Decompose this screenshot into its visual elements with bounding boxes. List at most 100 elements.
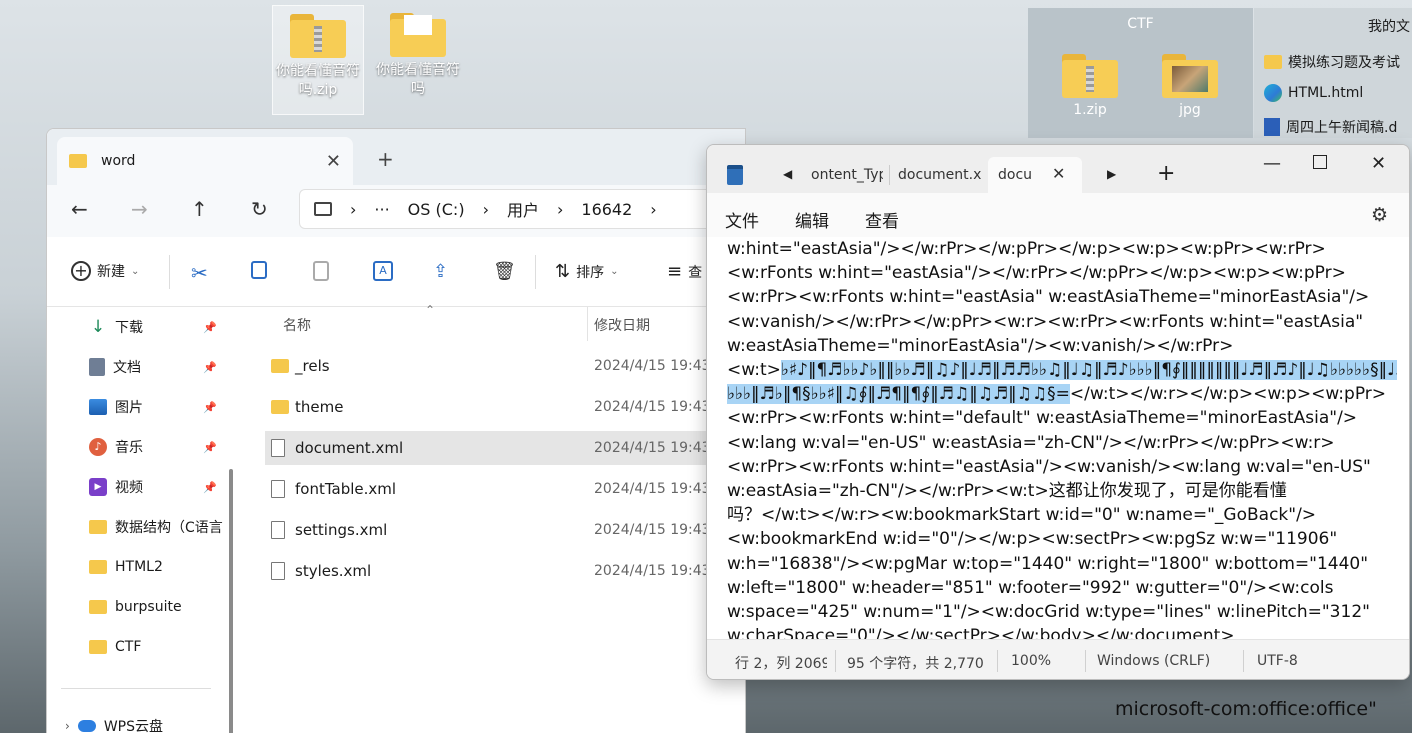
desktop-icon-folder[interactable]: 你能看懂音符吗	[372, 5, 464, 115]
zoom-level[interactable]: 100%	[1011, 653, 1051, 669]
edge-icon	[1264, 84, 1282, 102]
chevron-right-icon: ›	[65, 719, 70, 733]
status-bar: 行 2，列 2069 95 个字符，共 2,770 100% Windows (…	[707, 639, 1409, 679]
address-bar[interactable]: › ··· OS (C:) › 用户 › 16642 ›	[299, 189, 745, 229]
sidebar-item-music[interactable]: ♪ 音乐 📌	[89, 432, 259, 462]
scroll-tabs-right-icon[interactable]: ▶	[1107, 167, 1116, 181]
text-editor[interactable]: w:hint="eastAsia"/></w:rPr></w:pPr></w:p…	[707, 237, 1409, 639]
sort-arrow-icon: ⌃	[425, 303, 436, 317]
file-date: 2024/4/15 19:43	[594, 358, 711, 374]
breadcrumb-item[interactable]: OS (C:)	[408, 200, 465, 219]
sidebar-item-folder[interactable]: CTF	[89, 632, 259, 662]
forward-icon[interactable]: →	[131, 197, 148, 221]
file-name: fontTable.xml	[295, 480, 397, 498]
computer-icon	[314, 202, 332, 216]
new-tab-icon[interactable]: +	[1157, 161, 1175, 186]
gear-icon[interactable]: ⚙	[1371, 204, 1388, 226]
sidebar-item-videos[interactable]: ▶ 视频 📌	[89, 472, 259, 502]
panel-item[interactable]: 模拟练习题及考试	[1264, 52, 1400, 72]
ctf-item-zip[interactable]: 1.zip	[1050, 54, 1130, 118]
file-row[interactable]: theme 2024/4/15 19:43	[265, 390, 745, 424]
notepad-tab-active[interactable]: docu ✕	[988, 157, 1082, 193]
sidebar-item-pictures[interactable]: 图片 📌	[89, 392, 259, 422]
encoding[interactable]: UTF-8	[1257, 653, 1298, 669]
scroll-tabs-left-icon[interactable]: ◀	[783, 167, 792, 181]
cut-button[interactable]: ✂	[191, 261, 208, 285]
folder-icon	[1264, 55, 1282, 69]
sidebar-item-documents[interactable]: 文档 📌	[89, 352, 259, 382]
panel-item-label: 模拟练习题及考试	[1288, 55, 1400, 71]
close-window-icon[interactable]: ✕	[1371, 153, 1386, 174]
tab-divider	[889, 165, 890, 185]
notepad-tab-label: document.xm	[898, 167, 982, 183]
folder-icon	[69, 154, 87, 168]
text-line: w:hint="eastAsia"/></w:rPr></w:pPr></w:p…	[727, 239, 1326, 259]
file-row[interactable]: settings.xml 2024/4/15 19:43	[265, 513, 745, 547]
rename-button[interactable]: A	[373, 261, 393, 281]
column-divider	[587, 307, 588, 341]
maximize-icon[interactable]	[1313, 155, 1327, 169]
sidebar-item-folder[interactable]: 数据结构（C语言	[89, 512, 229, 542]
file-row[interactable]: _rels 2024/4/15 19:43	[265, 349, 745, 383]
video-icon: ▶	[89, 478, 107, 496]
up-icon[interactable]: ↑	[191, 197, 208, 221]
column-header-date[interactable]: 修改日期	[594, 315, 650, 335]
file-icon	[271, 562, 285, 580]
text-line: <w:rPr><w:rFonts w:hint="eastAsia" w:eas…	[727, 287, 1370, 308]
close-tab-icon[interactable]: ✕	[1052, 164, 1065, 183]
desktop-icon-label: 你能看懂音符吗.zip	[276, 63, 360, 98]
pin-icon: 📌	[203, 360, 217, 374]
column-header-name[interactable]: 名称	[283, 315, 311, 335]
folder-icon	[89, 560, 107, 574]
file-row[interactable]: fontTable.xml 2024/4/15 19:43	[265, 472, 745, 506]
more-icon[interactable]: ···	[374, 200, 389, 219]
line-ending[interactable]: Windows (CRLF)	[1097, 653, 1210, 669]
rename-icon: A	[373, 261, 393, 281]
explorer-tab[interactable]: word ✕	[57, 137, 353, 185]
desktop-icon-zip[interactable]: 你能看懂音符吗.zip	[272, 5, 364, 115]
menu-edit[interactable]: 编辑	[795, 207, 829, 232]
copy-button[interactable]	[251, 261, 267, 279]
close-tab-icon[interactable]: ✕	[326, 151, 341, 172]
pin-icon: 📌	[203, 480, 217, 494]
word-doc-icon	[1264, 118, 1280, 136]
share-button[interactable]: ⇪	[433, 261, 448, 282]
minimize-icon[interactable]: —	[1263, 153, 1281, 174]
new-button[interactable]: + 新建 ⌄	[71, 261, 139, 281]
panel-item[interactable]: 周四上午新闻稿.d	[1264, 116, 1397, 138]
notepad-tab[interactable]: document.xm	[898, 157, 982, 193]
refresh-icon[interactable]: ↻	[251, 197, 268, 221]
file-row[interactable]: styles.xml 2024/4/15 19:43	[265, 554, 745, 588]
new-tab-icon[interactable]: +	[377, 147, 394, 171]
menu-file[interactable]: 文件	[725, 207, 759, 232]
desktop-icon-label: 你能看懂音符吗	[376, 62, 460, 97]
menu-view[interactable]: 查看	[865, 207, 899, 232]
ctf-item-jpg[interactable]: jpg	[1150, 54, 1230, 118]
sort-button[interactable]: ⇅ 排序 ⌄	[555, 261, 618, 282]
notepad-tab[interactable]: ontent_Typ	[811, 157, 883, 193]
sidebar-scrollbar[interactable]	[229, 469, 233, 733]
breadcrumb-item[interactable]: 16642	[581, 200, 632, 219]
notepad-window: ◀ ontent_Typ document.xm docu ✕ ▶ + — ✕ …	[706, 144, 1410, 680]
sidebar-item-downloads[interactable]: ↓ 下载 📌	[89, 312, 259, 342]
breadcrumb-item[interactable]: 用户	[507, 197, 539, 221]
file-icon	[271, 480, 285, 498]
sidebar-item-label: 视频	[115, 480, 143, 496]
paste-button[interactable]	[313, 261, 329, 281]
file-explorer-window: word ✕ + ← → ↑ ↻ › ··· OS (C:) › 用户 › 16…	[46, 128, 746, 733]
file-date: 2024/4/15 19:43	[594, 563, 711, 579]
new-button-label: 新建	[97, 264, 125, 280]
back-icon[interactable]: ←	[71, 197, 88, 221]
sidebar-item-folder[interactable]: HTML2	[89, 552, 259, 582]
view-button[interactable]: ≡ 查	[667, 261, 702, 282]
sidebar-item-label: HTML2	[115, 559, 163, 575]
file-row[interactable]: document.xml 2024/4/15 19:43	[265, 431, 745, 465]
sidebar-item-folder[interactable]: burpsuite	[89, 592, 259, 622]
download-icon: ↓	[90, 317, 106, 337]
sort-button-label: 排序	[576, 264, 605, 281]
file-icon	[271, 439, 285, 457]
delete-button[interactable]: 🗑	[493, 261, 516, 282]
toolbar-divider	[169, 255, 170, 289]
panel-item[interactable]: HTML.html	[1264, 84, 1363, 102]
sidebar-item-wps-cloud[interactable]: › WPS云盘	[65, 711, 235, 733]
